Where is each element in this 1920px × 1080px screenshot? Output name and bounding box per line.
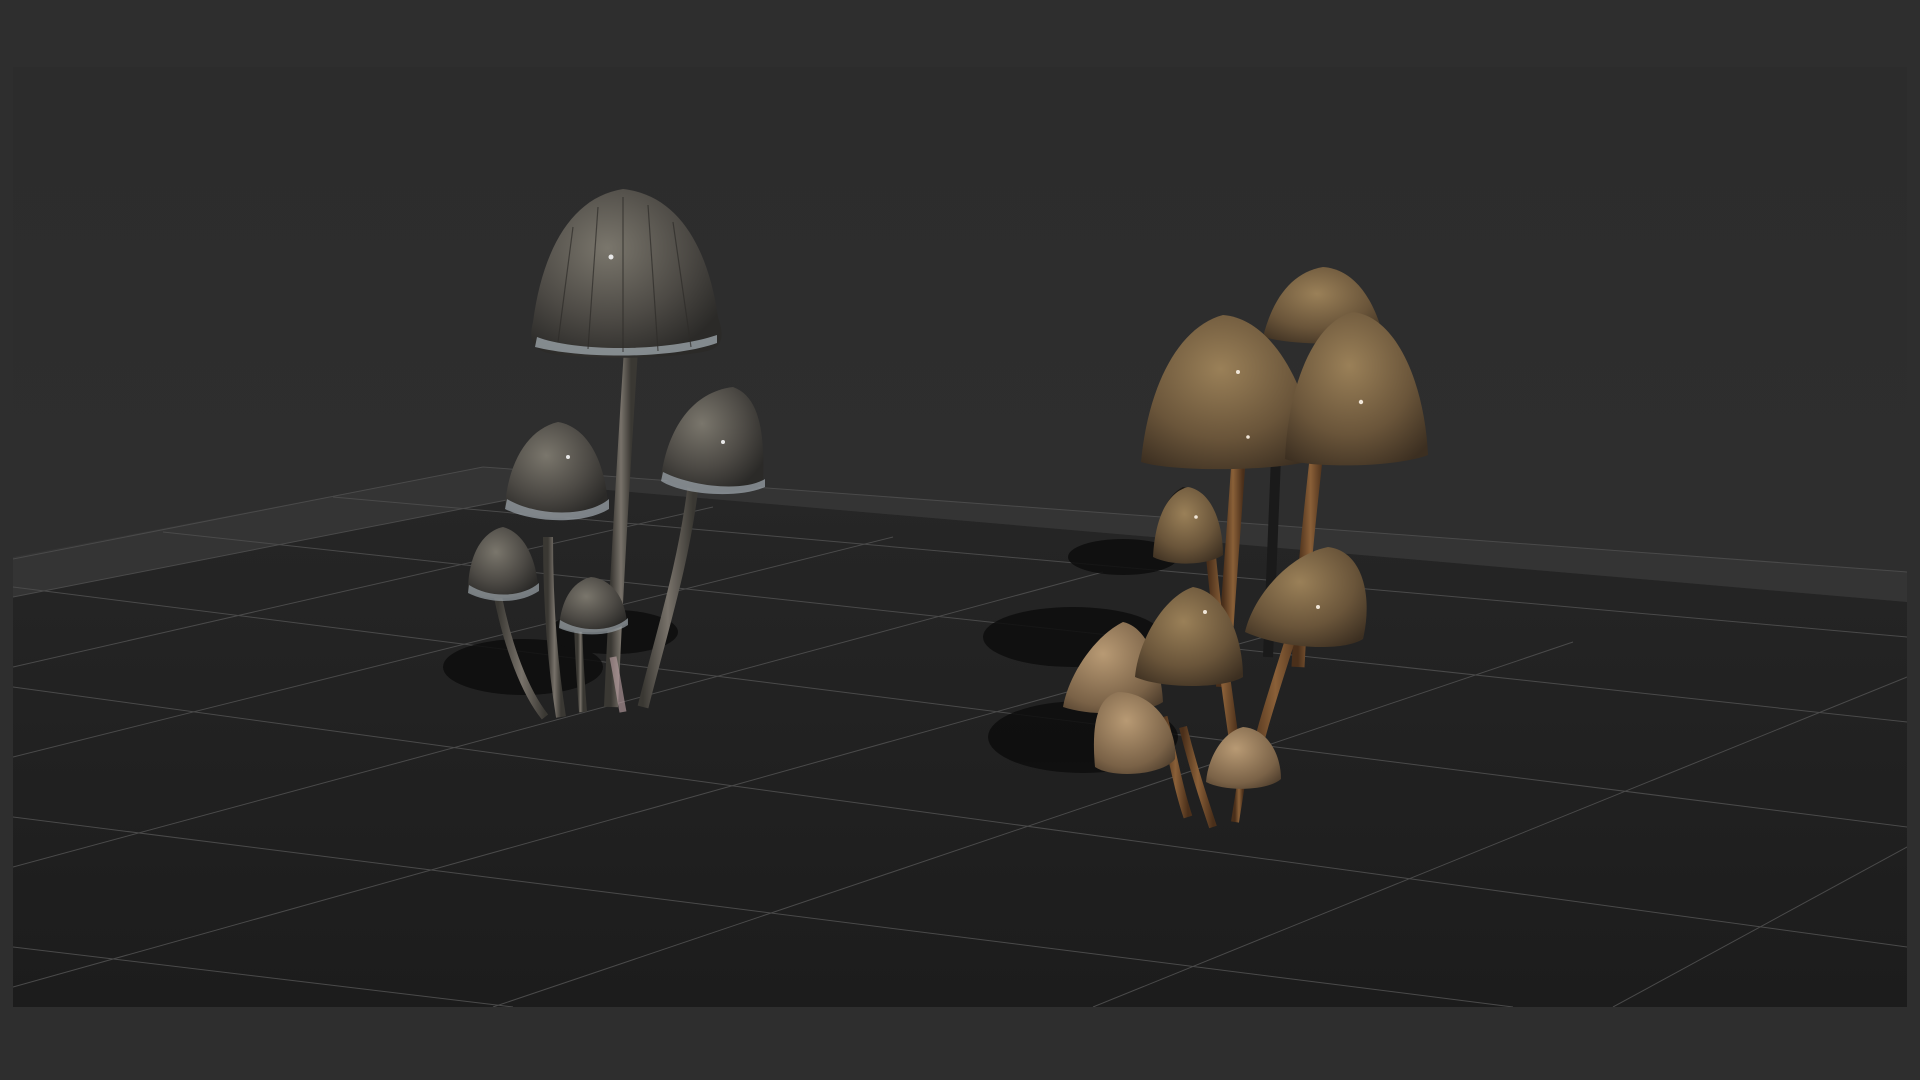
app-window — [0, 0, 1920, 1080]
3d-viewport[interactable] — [13, 67, 1907, 1007]
viewport-canvas[interactable] — [13, 67, 1907, 1007]
